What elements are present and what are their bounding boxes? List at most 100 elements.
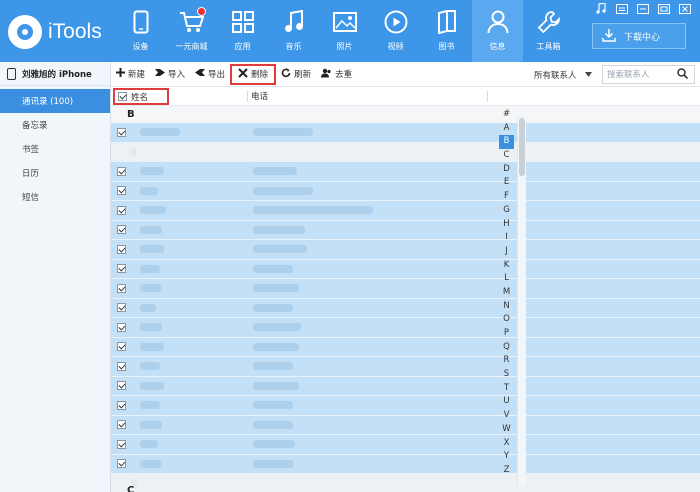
sidebar-item-calendar[interactable]: 日历	[0, 161, 110, 185]
alphabet-letter-f[interactable]: F	[499, 190, 514, 204]
menu-icon[interactable]	[615, 3, 629, 14]
table-row[interactable]	[111, 415, 700, 435]
music-mini-icon[interactable]	[594, 3, 608, 14]
dedupe-button[interactable]: 去重	[316, 64, 357, 85]
table-row[interactable]	[111, 337, 700, 357]
alphabet-letter-q[interactable]: Q	[499, 341, 514, 355]
nav-books[interactable]: 图书	[421, 0, 472, 62]
row-checkbox[interactable]	[117, 186, 126, 196]
alphabet-letter-j[interactable]: J	[499, 245, 514, 259]
nav-photos[interactable]: 照片	[319, 0, 370, 62]
search-icon[interactable]	[677, 67, 689, 82]
export-button[interactable]: 导出	[190, 64, 230, 85]
table-row[interactable]	[111, 357, 700, 377]
alphabet-letter-c[interactable]: C	[499, 149, 514, 163]
alphabet-letter-t[interactable]: T	[499, 382, 514, 396]
sidebar-item-messages[interactable]: 短信	[0, 185, 110, 209]
row-checkbox[interactable]	[117, 361, 126, 371]
row-checkbox[interactable]	[117, 283, 126, 293]
table-row[interactable]	[111, 318, 700, 338]
refresh-button[interactable]: 刷新	[276, 64, 316, 85]
alphabet-letter-g[interactable]: G	[499, 204, 514, 218]
nav-store[interactable]: 一元商城	[166, 0, 217, 62]
table-row[interactable]	[111, 376, 700, 396]
delete-button[interactable]: 删除	[230, 63, 277, 85]
alphabet-letter-l[interactable]: L	[499, 272, 514, 286]
maximize-icon[interactable]	[657, 3, 671, 14]
nav-device[interactable]: 设备	[115, 0, 166, 62]
alphabet-letter-o[interactable]: O	[499, 313, 514, 327]
col-phone-label[interactable]: 电话	[251, 90, 268, 102]
table-row[interactable]	[111, 259, 700, 279]
contact-name	[140, 206, 166, 215]
nav-video[interactable]: 视频	[370, 0, 421, 62]
alphabet-letter-h[interactable]: H	[499, 218, 514, 232]
alphabet-letter-hash[interactable]: #	[499, 108, 514, 122]
table-row[interactable]	[111, 474, 700, 492]
alphabet-letter-x[interactable]: X	[499, 437, 514, 451]
import-button[interactable]: 导入	[150, 64, 190, 85]
row-checkbox[interactable]	[117, 439, 126, 449]
close-icon[interactable]	[678, 3, 692, 14]
table-row[interactable]	[111, 181, 700, 201]
table-row[interactable]	[111, 201, 700, 221]
name-column-header[interactable]: 姓名	[113, 88, 169, 105]
table-row[interactable]	[111, 396, 700, 416]
table-row[interactable]	[111, 454, 700, 474]
alphabet-letter-n[interactable]: N	[499, 300, 514, 314]
alphabet-letter-i[interactable]: I	[499, 231, 514, 245]
video-icon	[383, 9, 409, 35]
alphabet-letter-e[interactable]: E	[499, 176, 514, 190]
search-input[interactable]	[607, 69, 677, 80]
row-checkbox[interactable]	[117, 381, 126, 391]
download-center-button[interactable]: 下载中心	[592, 23, 686, 49]
nav-apps[interactable]: 应用	[217, 0, 268, 62]
sidebar-item-notes[interactable]: 备忘录	[0, 113, 110, 137]
row-checkbox[interactable]	[117, 244, 126, 254]
alphabet-letter-v[interactable]: V	[499, 409, 514, 423]
row-checkbox[interactable]	[117, 342, 126, 352]
scrollbar-thumb[interactable]	[519, 118, 525, 176]
select-all-checkbox[interactable]	[118, 92, 127, 101]
row-checkbox[interactable]	[117, 264, 126, 274]
row-checkbox[interactable]	[117, 127, 126, 137]
sidebar-item-bookmarks[interactable]: 书签	[0, 137, 110, 161]
row-checkbox[interactable]	[117, 225, 126, 235]
table-row[interactable]	[111, 162, 700, 182]
row-checkbox[interactable]	[117, 400, 126, 410]
alphabet-letter-s[interactable]: S	[499, 368, 514, 382]
row-checkbox[interactable]	[117, 420, 126, 430]
alphabet-letter-d[interactable]: D	[499, 163, 514, 177]
contact-name	[140, 167, 164, 176]
nav-info[interactable]: 信息	[472, 0, 523, 62]
table-row[interactable]	[111, 298, 700, 318]
alphabet-letter-z[interactable]: Z	[499, 464, 514, 478]
table-row[interactable]	[111, 240, 700, 260]
alphabet-letter-u[interactable]: U	[499, 395, 514, 409]
scrollbar[interactable]	[517, 116, 526, 486]
nav-toolbox[interactable]: 工具箱	[523, 0, 574, 62]
row-checkbox[interactable]	[117, 322, 126, 332]
table-row[interactable]	[111, 435, 700, 455]
sidebar-item-contacts[interactable]: 通讯录 (100)	[0, 89, 110, 113]
alphabet-letter-m[interactable]: M	[499, 286, 514, 300]
minimize-icon[interactable]	[636, 3, 650, 14]
row-checkbox[interactable]	[117, 166, 126, 176]
table-row[interactable]	[111, 142, 700, 162]
alphabet-letter-r[interactable]: R	[499, 354, 514, 368]
alphabet-letter-w[interactable]: W	[499, 423, 514, 437]
row-checkbox[interactable]	[117, 303, 126, 313]
alphabet-letter-b[interactable]: B	[499, 135, 514, 150]
row-checkbox[interactable]	[117, 205, 126, 215]
alphabet-letter-a[interactable]: A	[499, 122, 514, 136]
nav-music[interactable]: 音乐	[268, 0, 319, 62]
row-checkbox[interactable]	[117, 459, 126, 469]
alphabet-letter-y[interactable]: Y	[499, 450, 514, 464]
contact-filter-dropdown[interactable]: 所有联系人	[534, 66, 592, 83]
table-row[interactable]	[111, 123, 700, 143]
table-row[interactable]	[111, 220, 700, 240]
table-row[interactable]	[111, 279, 700, 299]
alphabet-letter-p[interactable]: P	[499, 327, 514, 341]
new-button[interactable]: 新建	[111, 64, 150, 85]
alphabet-letter-k[interactable]: K	[499, 259, 514, 273]
